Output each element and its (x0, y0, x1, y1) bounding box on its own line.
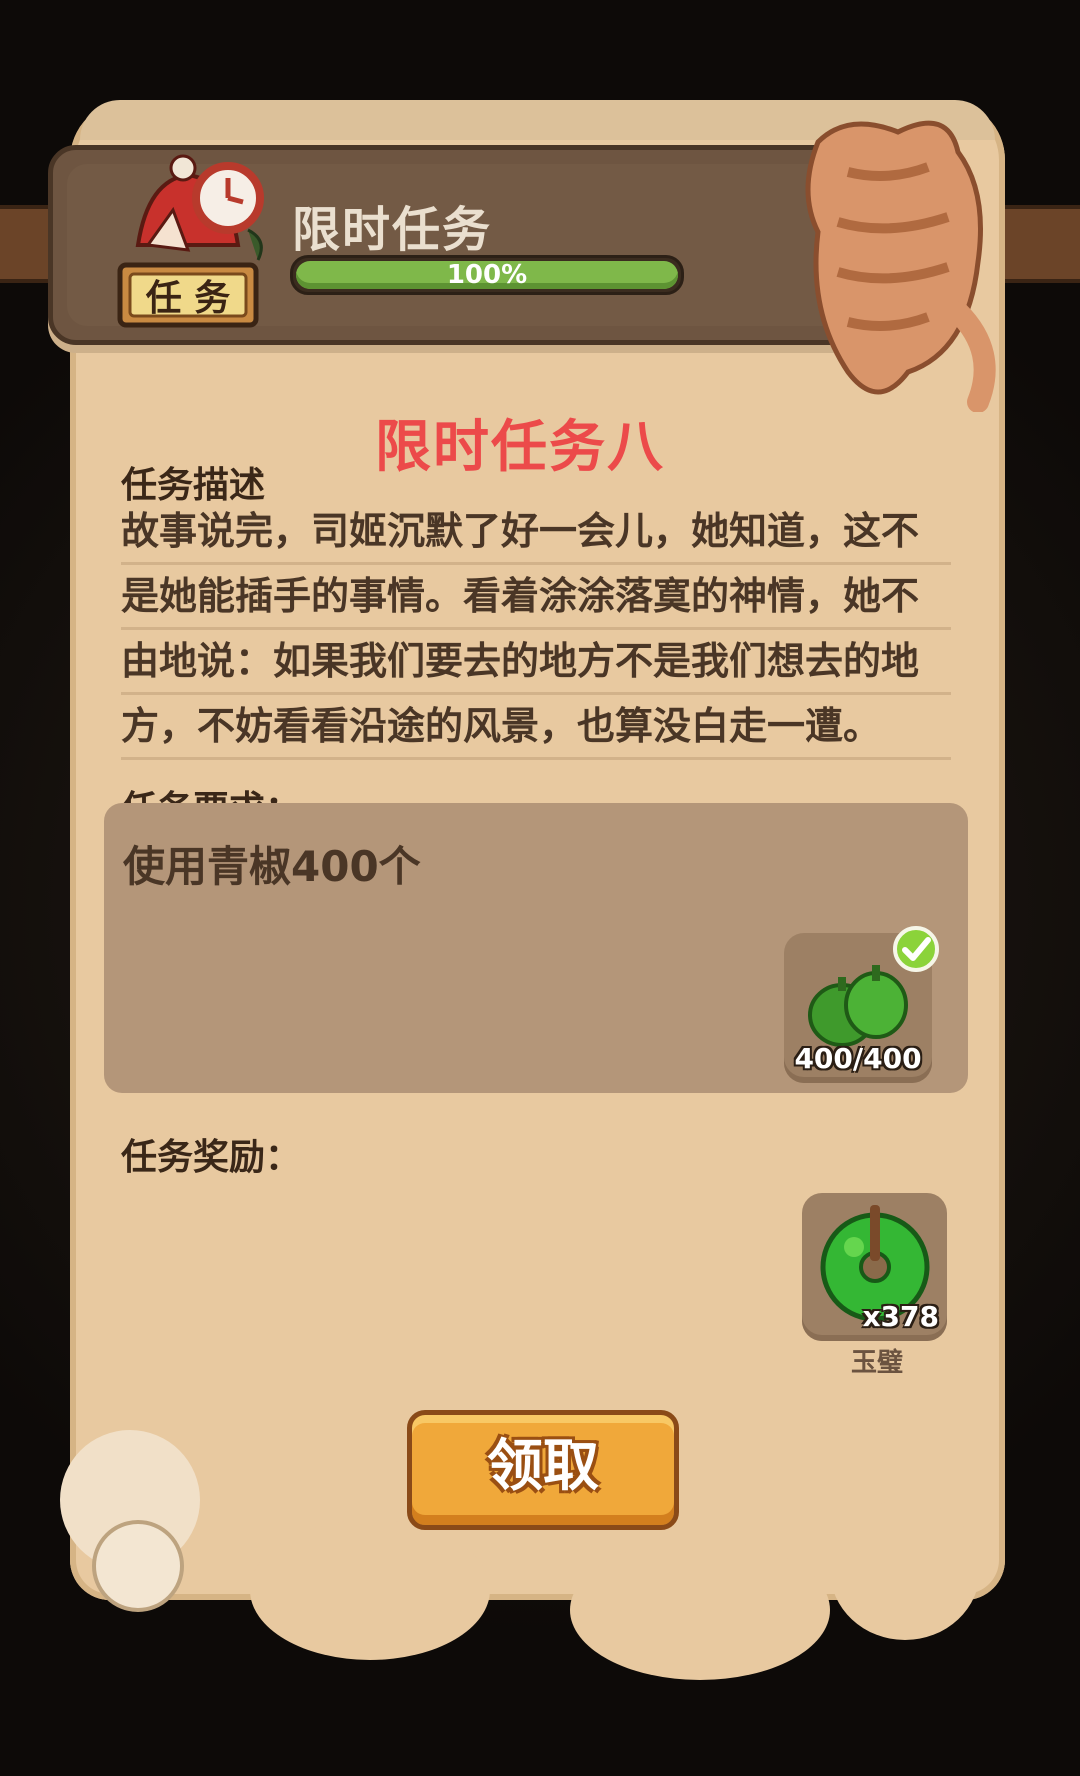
paper-drip (250, 1520, 490, 1660)
decorative-ball (92, 1520, 184, 1612)
reward-item-name: 玉璧 (850, 1348, 903, 1378)
requirement-item-slot[interactable]: 400/400 (784, 926, 939, 1083)
paper-drip (830, 1500, 980, 1640)
reward-label: 任务奖励： (121, 1137, 302, 1178)
description-line: 是她能插手的事情。看着涂涂落寞的神情，她不 (121, 565, 951, 630)
requirement-box: 使用青椒400个 400/400 (104, 803, 968, 1093)
cat-mascot-icon (805, 120, 996, 412)
claim-button-label: 领取 (487, 1434, 599, 1499)
quest-description: 故事说完，司姬沉默了好一会儿，她知道，这不 是她能插手的事情。看着涂涂落寞的神情… (121, 500, 951, 760)
description-line: 故事说完，司姬沉默了好一会儿，她知道，这不 (121, 500, 951, 565)
header-title: 限时任务 (292, 202, 493, 258)
reward-item-slot[interactable]: x378 (802, 1193, 947, 1341)
requirement-item-count: 400/400 (794, 1042, 922, 1075)
requirement-text: 使用青椒400个 (123, 842, 421, 891)
progress-bar: 100% (290, 255, 684, 295)
paper-drip (570, 1540, 830, 1680)
description-line: 由地说：如果我们要去的地方不是我们想去的地 (121, 630, 951, 695)
description-line: 方，不妨看看沿途的风景，也算没白走一遭。 (121, 695, 951, 760)
reward-item-count: x378 (862, 1300, 939, 1333)
progress-label: 100% (446, 260, 528, 290)
checkmark-icon (893, 926, 939, 972)
claim-button[interactable]: 领取 (407, 1410, 679, 1530)
task-badge-label: 任 务 (145, 278, 231, 319)
